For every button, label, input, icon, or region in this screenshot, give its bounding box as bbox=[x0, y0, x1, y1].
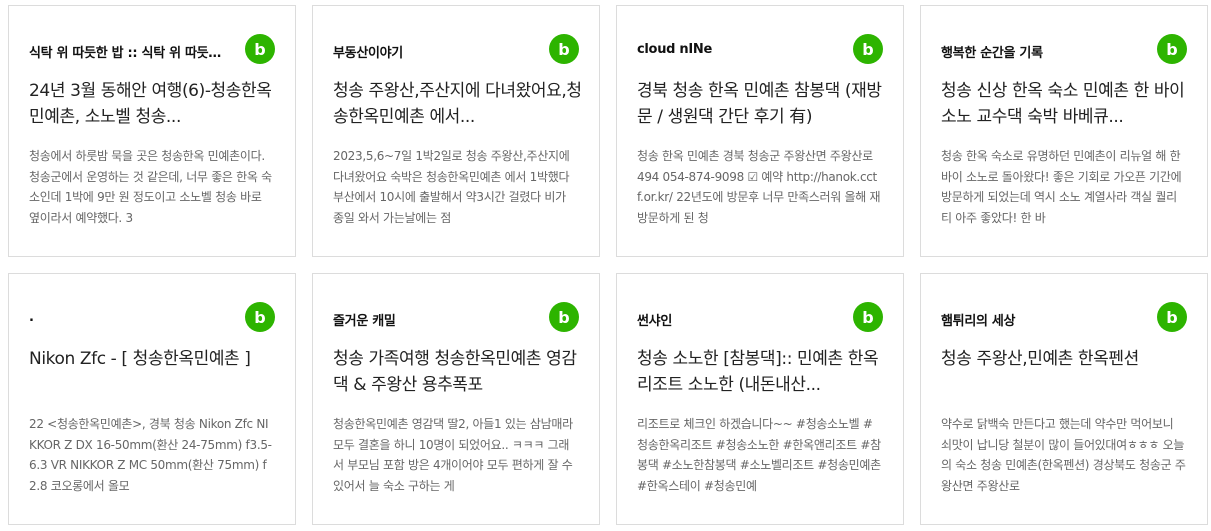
excerpt-fade bbox=[843, 476, 883, 496]
post-title[interactable]: 경북 청송 한옥 민예촌 참봉댁 (재방문 / 생원댁 간단 후기 有) bbox=[637, 78, 887, 130]
blog-card[interactable]: 햄튀리의 세상 b 청송 주왕산,민예촌 한옥펜션 약수로 닭백숙 만든다고 했… bbox=[920, 273, 1208, 525]
post-title[interactable]: 청송 신상 한옥 숙소 민예촌 한 바이 소노 교수댁 숙박 바베큐... bbox=[941, 78, 1191, 130]
blog-card[interactable]: 행복한 순간을 기록 b 청송 신상 한옥 숙소 민예촌 한 바이 소노 교수댁… bbox=[920, 5, 1208, 257]
excerpt-fade bbox=[843, 208, 883, 228]
blog-card[interactable]: . b Nikon Zfc - [ 청송한옥민예촌 ] 22 <청송한옥민예촌>… bbox=[8, 273, 296, 525]
excerpt-fade bbox=[539, 476, 579, 496]
blog-card[interactable]: 썬샤인 b 청송 소노한 [참봉댁]:: 민예촌 한옥리조트 소노한 (내돈내산… bbox=[616, 273, 904, 525]
blog-badge-icon: b bbox=[245, 302, 275, 332]
card-header: 부동산이야기 b bbox=[333, 34, 579, 70]
post-title[interactable]: 청송 주왕산,주산지에 다녀왔어요,청송한옥민예촌 에서... bbox=[333, 78, 583, 130]
blog-badge-icon: b bbox=[853, 302, 883, 332]
blog-badge-icon: b bbox=[853, 34, 883, 64]
blog-name[interactable]: 행복한 순간을 기록 bbox=[941, 42, 1135, 61]
card-header: cloud nINe b bbox=[637, 34, 883, 70]
blog-badge-icon: b bbox=[549, 302, 579, 332]
blog-badge-icon: b bbox=[1157, 302, 1187, 332]
post-title[interactable]: 청송 주왕산,민예촌 한옥펜션 bbox=[941, 346, 1191, 398]
excerpt-fade bbox=[235, 208, 275, 228]
card-header: 햄튀리의 세상 b bbox=[941, 302, 1187, 338]
post-title[interactable]: 24년 3월 동해안 여행(6)-청송한옥 민예촌, 소노벨 청송... bbox=[29, 78, 279, 130]
blog-badge-icon: b bbox=[245, 34, 275, 64]
post-title[interactable]: 청송 소노한 [참봉댁]:: 민예촌 한옥리조트 소노한 (내돈내산... bbox=[637, 346, 887, 398]
post-title[interactable]: 청송 가족여행 청송한옥민예촌 영감댁 & 주왕산 용추폭포 bbox=[333, 346, 583, 398]
blog-badge-icon: b bbox=[1157, 34, 1187, 64]
blog-card[interactable]: 즐거운 캐밀 b 청송 가족여행 청송한옥민예촌 영감댁 & 주왕산 용추폭포 … bbox=[312, 273, 600, 525]
blog-card[interactable]: 부동산이야기 b 청송 주왕산,주산지에 다녀왔어요,청송한옥민예촌 에서...… bbox=[312, 5, 600, 257]
card-header: 행복한 순간을 기록 b bbox=[941, 34, 1187, 70]
excerpt-fade bbox=[1147, 476, 1187, 496]
blog-name[interactable]: . bbox=[29, 310, 223, 325]
excerpt-fade bbox=[539, 208, 579, 228]
blog-card[interactable]: 식탁 위 따듯한 밥 :: 식탁 위 따듯… b 24년 3월 동해안 여행(6… bbox=[8, 5, 296, 257]
blog-name[interactable]: 썬샤인 bbox=[637, 310, 831, 329]
card-header: 식탁 위 따듯한 밥 :: 식탁 위 따듯… b bbox=[29, 34, 275, 70]
post-title[interactable]: Nikon Zfc - [ 청송한옥민예촌 ] bbox=[29, 346, 279, 398]
card-header: 즐거운 캐밀 b bbox=[333, 302, 579, 338]
excerpt-fade bbox=[235, 476, 275, 496]
card-header: 썬샤인 b bbox=[637, 302, 883, 338]
blog-name[interactable]: cloud nINe bbox=[637, 42, 831, 57]
blog-name[interactable]: 식탁 위 따듯한 밥 :: 식탁 위 따듯… bbox=[29, 42, 223, 61]
blog-name[interactable]: 즐거운 캐밀 bbox=[333, 310, 527, 329]
blog-name[interactable]: 햄튀리의 세상 bbox=[941, 310, 1135, 329]
excerpt-fade bbox=[1147, 208, 1187, 228]
blog-badge-icon: b bbox=[549, 34, 579, 64]
blog-card[interactable]: cloud nINe b 경북 청송 한옥 민예촌 참봉댁 (재방문 / 생원댁… bbox=[616, 5, 904, 257]
blog-name[interactable]: 부동산이야기 bbox=[333, 42, 527, 61]
blog-card-grid: 식탁 위 따듯한 밥 :: 식탁 위 따듯… b 24년 3월 동해안 여행(6… bbox=[0, 0, 1211, 531]
card-header: . b bbox=[29, 302, 275, 338]
